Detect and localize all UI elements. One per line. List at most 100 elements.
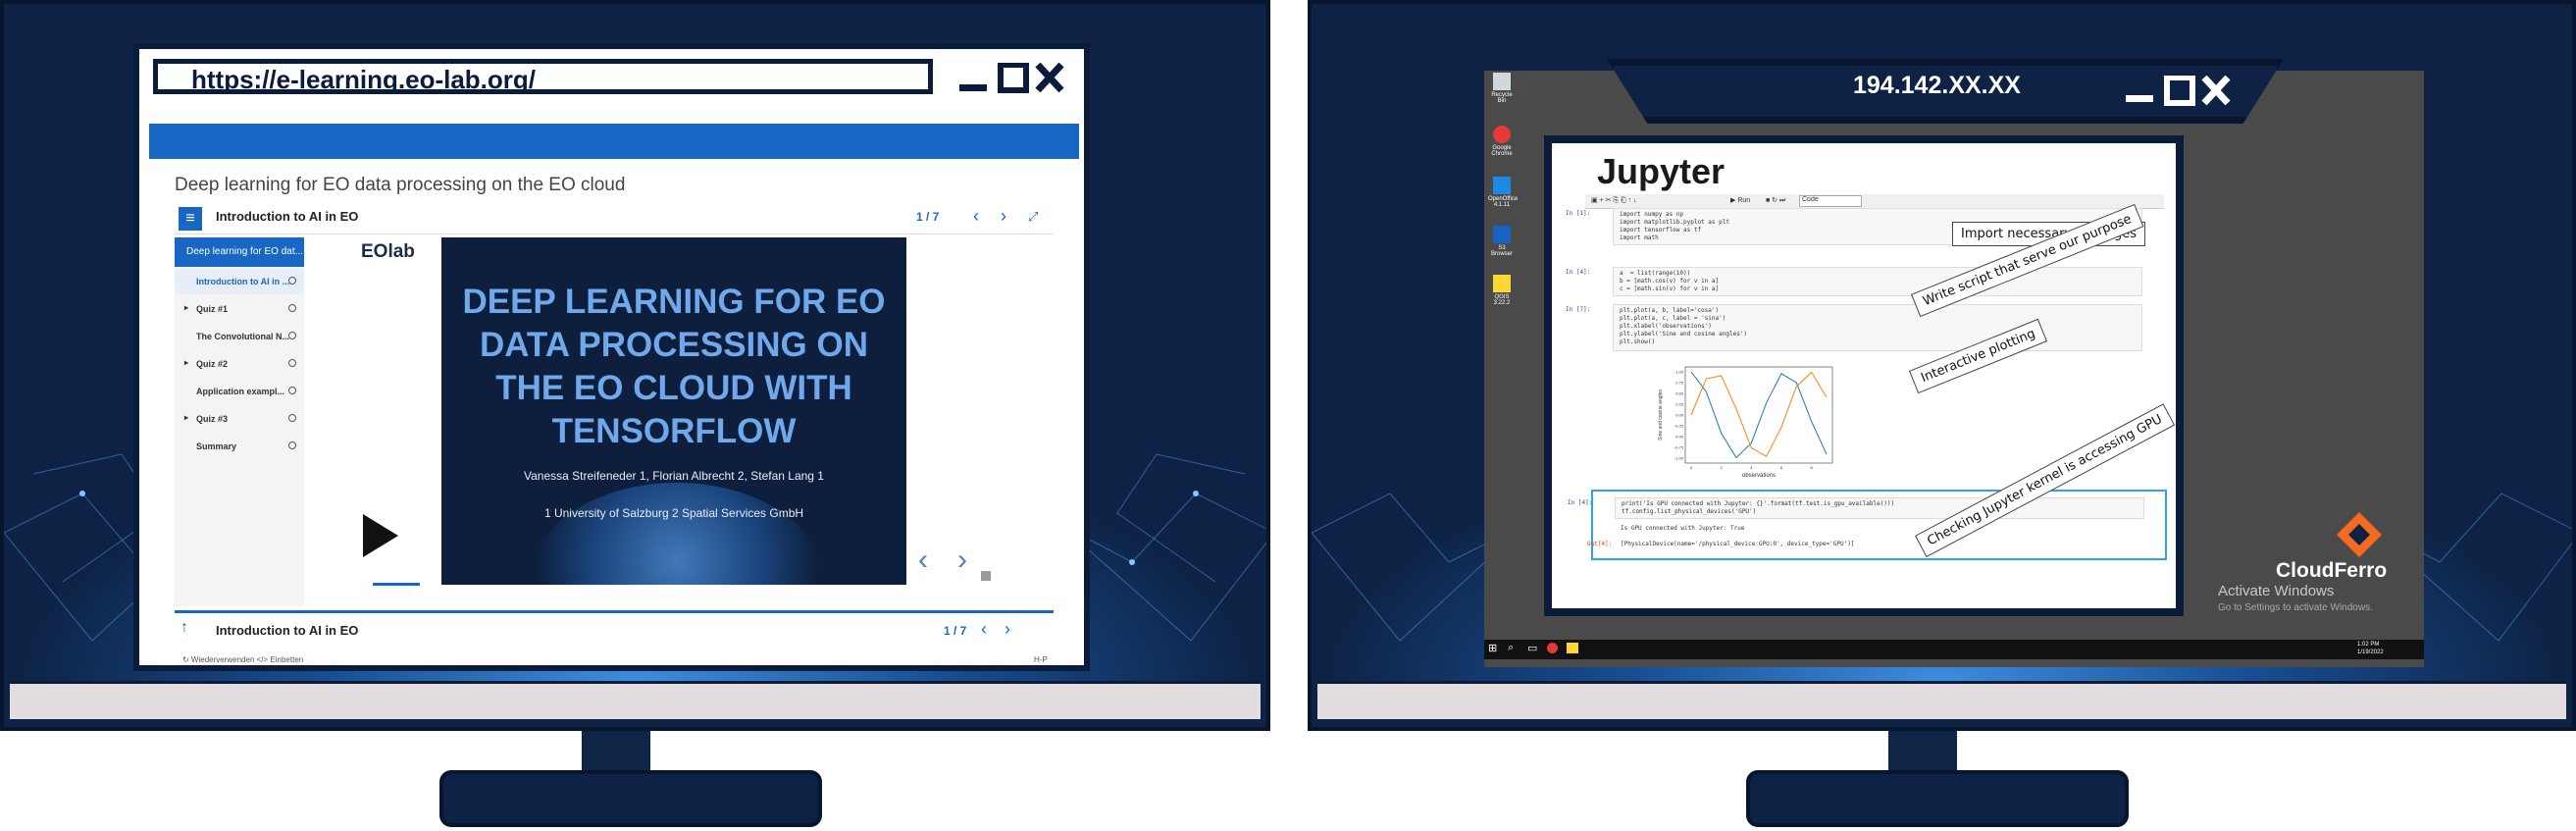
status-circle-icon <box>288 304 296 312</box>
expand-icon: ▸ <box>184 413 189 422</box>
desktop-icon-chrome[interactable]: Google Chrome <box>1488 126 1516 157</box>
sidebar-item-summary[interactable]: Summary <box>175 434 304 459</box>
x-ticks: 0 2 4 6 8 <box>1690 465 1814 470</box>
bottom-prev-icon[interactable]: ‹ <box>981 619 987 640</box>
expand-icon: ▸ <box>184 303 189 312</box>
sidebar-item-cnn[interactable]: The Convolutional N... <box>175 324 304 349</box>
slide-authors: Vanessa Streifeneder 1, Florian Albrecht… <box>524 469 824 483</box>
footer-links[interactable]: ↻ Wiederverwenden </> Einbetten <box>182 655 303 664</box>
search-icon[interactable]: ⌕ <box>1508 642 1514 654</box>
chrome-taskbar-icon[interactable] <box>1547 643 1558 653</box>
desktop-icon-qgis[interactable]: QGIS 3.22.2 <box>1488 275 1516 306</box>
fullscreen-icon[interactable]: ⤢ <box>1028 209 1038 225</box>
taskbar-clock[interactable]: 1:02 PM 1/19/2022 <box>2357 641 2384 656</box>
y-tick-label: 1.00 <box>1675 370 1684 375</box>
course-title: Deep learning for EO data processing on … <box>175 175 626 195</box>
chrome-icon <box>1493 126 1511 143</box>
sidebar-item-application[interactable]: Application exampl... <box>175 379 304 404</box>
y-tick-label: -0.50 <box>1674 435 1684 440</box>
menu-icon[interactable]: ≡ <box>179 207 202 231</box>
x-tick-label: 8 <box>1811 465 1814 470</box>
sidebar-item-label: The Convolutional N... <box>196 332 289 341</box>
sidebar-item-label: Quiz #3 <box>196 414 229 424</box>
eolab-logo: EOlab <box>361 241 415 262</box>
code-cell-plot[interactable]: plt.plot(a, b, label='cosa') plt.plot(a,… <box>1613 304 2142 351</box>
cell-output-value: [PhysicalDevice(name='/physical_device:G… <box>1621 541 1855 547</box>
status-circle-icon <box>288 387 296 394</box>
expand-icon: ▸ <box>184 358 189 367</box>
gpu-cell-highlight: In [4]: print('Is GPU connected with Jup… <box>1568 490 2167 560</box>
remote-title-bar: 194.142.XX.XX <box>1607 59 2284 124</box>
cloudferro-brand: CloudFerro <box>2276 559 2388 582</box>
y-tick-label: -0.75 <box>1674 445 1684 450</box>
y-tick-label: 0.25 <box>1675 402 1684 407</box>
code-cell-data[interactable]: a = list(range(10)) b = [math.cos(v) for… <box>1613 267 2142 296</box>
status-circle-icon <box>288 332 296 339</box>
module-bar: ≡ Introduction to AI in EO 1 / 7 ‹ › ⤢ <box>175 202 1054 234</box>
desktop-icon-recycle-bin[interactable]: Recycle Bin <box>1488 73 1516 104</box>
sidebar-item-label: Quiz #2 <box>196 359 229 369</box>
x-tick-label: 6 <box>1780 465 1783 470</box>
sidebar-item-label: Quiz #1 <box>196 304 229 314</box>
fullscreen-slide-icon[interactable] <box>981 571 991 581</box>
status-circle-icon <box>288 359 296 367</box>
save-icon[interactable]: ▣ + ✂ ⎘ ⎗ ↑ ↓ <box>1591 196 1636 205</box>
course-sidebar: Deep learning for EO dat... Introduction… <box>175 237 304 606</box>
out-prompt: Out[4]: <box>1587 541 1613 547</box>
next-icon[interactable]: › <box>1001 206 1006 227</box>
sidebar-item-label: Summary <box>196 441 237 451</box>
slide-progress-bar <box>373 583 420 586</box>
prev-icon[interactable]: ‹ <box>973 206 979 227</box>
cell-prompt: In [4]: <box>1566 269 1591 276</box>
minimize-icon <box>2126 95 2153 102</box>
left-monitor-base <box>439 770 822 827</box>
desktop-icon-s3-browser[interactable]: S3 Browser <box>1488 226 1516 257</box>
cloudferro-logo-icon <box>2337 512 2382 557</box>
sidebar-item-label: Introduction to AI in ... <box>196 277 290 286</box>
windows-taskbar: ⊞ ⌕ ▭ 1:02 PM 1/19/2022 <box>1484 640 2424 659</box>
bottom-nav-bar: ↑ Introduction to AI in EO 1 / 7 ‹ › <box>175 610 1054 649</box>
maximize-icon <box>998 63 1029 93</box>
slide-area: EOlab DEEP LEARNING FOR EO DATA PROCESSI… <box>304 237 1054 606</box>
activate-windows-subtext: Go to Settings to activate Windows. <box>2218 602 2373 613</box>
left-monitor-neck <box>582 731 650 770</box>
close-icon <box>2201 76 2231 106</box>
sidebar-item-quiz3[interactable]: ▸ Quiz #3 <box>175 406 304 432</box>
bottom-page-indicator: 1 / 7 <box>944 624 967 638</box>
sidebar-header[interactable]: Deep learning for EO dat... <box>175 237 304 267</box>
task-view-icon[interactable]: ▭ <box>1527 642 1537 654</box>
right-monitor-base <box>1746 770 2129 827</box>
remote-window-controls <box>2126 76 2231 106</box>
cell-output-text: Is GPU connected with Jupyter: True <box>1621 525 1745 532</box>
interrupt-icon[interactable]: ■ ↻ ⏭ <box>1766 196 1785 205</box>
slide-prev-icon[interactable]: ‹ <box>918 544 928 577</box>
bottom-module-title: Introduction to AI in EO <box>216 623 359 638</box>
monitor-bezel <box>10 681 1261 719</box>
address-bar[interactable]: https://e-learning.eo-lab.org/ <box>153 59 933 94</box>
code-cell-gpu[interactable]: print('Is GPU connected with Jupyter: {}… <box>1615 497 2144 519</box>
windows-start-icon[interactable]: ⊞ <box>1488 642 1497 654</box>
cell-prompt: In [7]: <box>1566 306 1591 313</box>
slide-next-icon[interactable]: › <box>957 544 967 577</box>
notebook-toolbar: ▣ + ✂ ⎘ ⎗ ↑ ↓ ▶ Run ■ ↻ ⏭ Code <box>1585 194 2164 209</box>
up-arrow-icon[interactable]: ↑ <box>180 619 188 637</box>
desktop-icon-openoffice[interactable]: OpenOffice 4.1.11 <box>1488 177 1518 208</box>
ip-address: 194.142.XX.XX <box>1853 72 2021 99</box>
maximize-icon <box>2164 76 2195 106</box>
sidebar-item-quiz1[interactable]: ▸ Quiz #1 <box>175 296 304 322</box>
cell-prompt: In [4]: <box>1568 499 1593 506</box>
explorer-taskbar-icon[interactable] <box>1567 643 1578 653</box>
y-tick-label: 0.00 <box>1675 413 1684 418</box>
openoffice-icon <box>1493 177 1511 194</box>
activate-windows-watermark: Activate Windows <box>2218 583 2335 599</box>
sidebar-item-quiz2[interactable]: ▸ Quiz #2 <box>175 351 304 377</box>
play-icon[interactable] <box>363 514 398 557</box>
run-button[interactable]: ▶ Run <box>1730 196 1750 204</box>
cell-type-select[interactable]: Code <box>1799 195 1862 207</box>
x-axis-label: observations <box>1742 473 1776 479</box>
sidebar-item-intro[interactable]: Introduction to AI in ... <box>175 269 304 294</box>
line-chart: 1.00 0.75 0.50 0.25 0.00 -0.25 -0.50 -0.75 -1.00… <box>1658 366 1833 479</box>
bottom-next-icon[interactable]: › <box>1005 619 1010 640</box>
page-indicator: 1 / 7 <box>916 210 940 224</box>
monitor-bezel <box>1317 681 2566 719</box>
